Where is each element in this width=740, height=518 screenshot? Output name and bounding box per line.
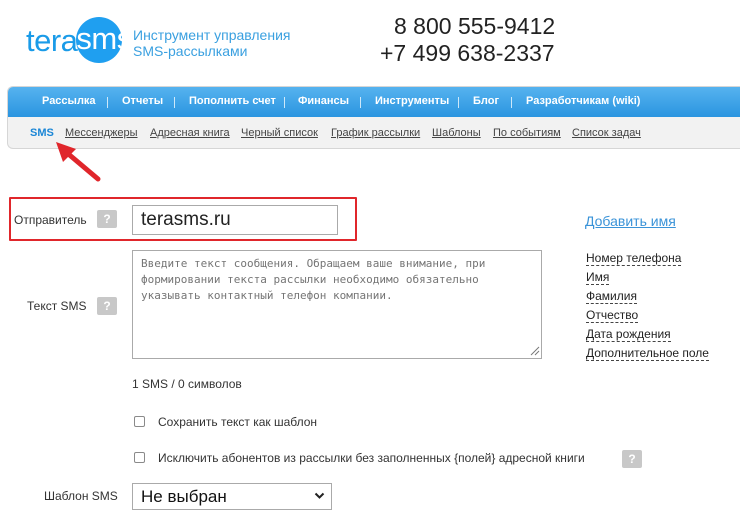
- resize-grip-icon[interactable]: [530, 346, 540, 356]
- subnav-item-blacklist[interactable]: Черный список: [241, 127, 318, 140]
- tagline-line2: SMS-рассылками: [133, 43, 248, 59]
- add-name-link[interactable]: Добавить имя: [585, 213, 676, 229]
- subnav-item-sms[interactable]: SMS: [30, 127, 54, 140]
- field-link-birth-date[interactable]: Дата рождения: [586, 328, 671, 342]
- nav-item-reports[interactable]: Отчеты: [122, 95, 163, 108]
- field-link-patronymic[interactable]: Отчество: [586, 309, 639, 323]
- logo-text: tera: [26, 22, 78, 58]
- nav-item-finances[interactable]: Финансы: [298, 95, 349, 108]
- annotation-arrow-icon: [56, 142, 101, 182]
- template-select[interactable]: Не выбран: [132, 483, 332, 510]
- nav-item-blog[interactable]: Блог: [473, 95, 499, 108]
- subnav-item-schedule[interactable]: График рассылки: [331, 127, 420, 140]
- nav-item-mailing[interactable]: Рассылка: [42, 95, 96, 108]
- subnav-item-messengers[interactable]: Мессенджеры: [65, 127, 138, 140]
- tagline: Инструмент управления SMS-рассылками: [133, 27, 290, 59]
- save-template-checkbox[interactable]: [134, 416, 145, 427]
- template-label: Шаблон SMS: [44, 489, 118, 503]
- exclude-subscribers-checkbox[interactable]: [134, 452, 145, 463]
- sender-input[interactable]: [132, 205, 338, 235]
- tagline-line1: Инструмент управления: [133, 27, 291, 43]
- template-select-value: Не выбран: [141, 487, 227, 506]
- sms-text-input[interactable]: [132, 250, 542, 359]
- sms-text-label: Текст SMS: [27, 299, 87, 313]
- subnav-item-templates[interactable]: Шаблоны: [432, 127, 481, 140]
- nav-separator: [511, 97, 512, 108]
- field-link-additional[interactable]: Дополнительное поле: [586, 347, 709, 361]
- logo-circle: sms: [76, 17, 132, 63]
- sender-label: Отправитель: [14, 213, 87, 227]
- nav-separator: [174, 97, 175, 108]
- nav-separator: [284, 97, 285, 108]
- phone-number-1: 8 800 555-9412: [394, 13, 556, 39]
- nav-separator: [107, 97, 108, 108]
- exclude-subscribers-label: Исключить абонентов из рассылки без запо…: [158, 451, 585, 465]
- terasms-logo[interactable]: tera sms: [26, 17, 132, 63]
- chevron-down-icon: [314, 492, 325, 499]
- sms-counter: 1 SMS / 0 символов: [132, 377, 242, 391]
- nav-item-developers[interactable]: Разработчикам (wiki): [526, 95, 640, 108]
- sms-text-help-icon[interactable]: ?: [97, 297, 117, 315]
- nav-item-tools[interactable]: Инструменты: [375, 95, 449, 108]
- phone-number-2: +7 499 638-2337: [380, 40, 555, 66]
- field-link-first-name[interactable]: Имя: [586, 271, 610, 285]
- field-link-phone[interactable]: Номер телефона: [586, 252, 682, 266]
- nav-item-top-up[interactable]: Пополнить счет: [189, 95, 276, 108]
- subnav-item-tasks[interactable]: Список задач: [572, 127, 641, 140]
- subnav-item-events[interactable]: По событиям: [493, 127, 561, 140]
- nav-separator: [360, 97, 361, 108]
- subnav-item-address-book[interactable]: Адресная книга: [150, 127, 230, 140]
- field-link-last-name[interactable]: Фамилия: [586, 290, 637, 304]
- sender-help-icon[interactable]: ?: [97, 210, 117, 228]
- nav-separator: [458, 97, 459, 108]
- save-template-label: Сохранить текст как шаблон: [158, 415, 318, 429]
- exclude-help-icon[interactable]: ?: [622, 450, 642, 468]
